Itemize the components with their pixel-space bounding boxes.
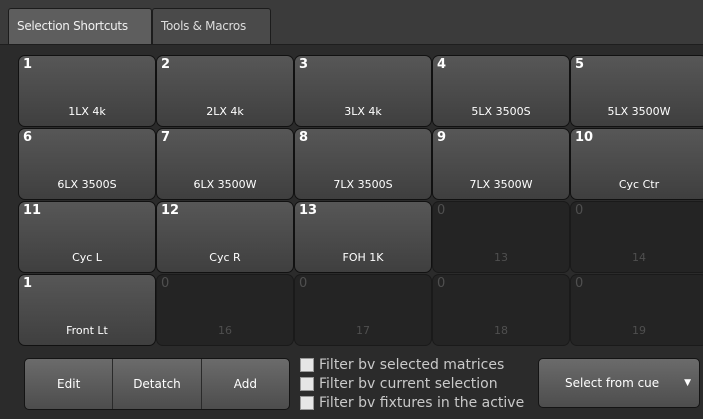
shortcut-label: 6LX 3500W <box>193 178 257 191</box>
shortcut-number: 1 <box>23 276 33 291</box>
shortcut-cell[interactable]: 0 13 <box>432 201 570 273</box>
shortcut-number: 13 <box>299 203 318 218</box>
edit-button[interactable]: Edit <box>25 359 114 409</box>
checkbox[interactable] <box>300 376 314 391</box>
shortcut-label: 14 <box>632 251 646 264</box>
shortcut-cell[interactable]: 2 2LX 4k <box>156 55 294 127</box>
shortcut-number: 7 <box>161 130 171 145</box>
filter-options: Filter bv selected matrices Filter bv cu… <box>300 355 532 419</box>
chevron-down-icon: ▼ <box>684 378 691 388</box>
shortcut-label: 7LX 3500W <box>469 178 533 191</box>
shortcut-label: 1LX 4k <box>68 105 106 118</box>
shortcut-cell[interactable]: 1 1LX 4k <box>18 55 156 127</box>
shortcut-number: 2 <box>161 57 171 72</box>
shortcut-number: 1 <box>23 57 33 72</box>
shortcut-number: 9 <box>437 130 447 145</box>
shortcut-label: 2LX 4k <box>206 105 244 118</box>
shortcut-label: Front Lt <box>66 324 108 337</box>
shortcut-number: 0 <box>575 203 584 218</box>
shortcut-label: 3LX 4k <box>344 105 382 118</box>
shortcut-label: 5LX 3500S <box>471 105 531 118</box>
shortcut-number: 8 <box>299 130 309 145</box>
shortcut-number: 5 <box>575 57 585 72</box>
shortcut-cell[interactable]: 11 Cyc L <box>18 201 156 273</box>
shortcut-number: 6 <box>23 130 33 145</box>
detatch-button[interactable]: Detatch <box>113 359 202 409</box>
filter-selected-matrices[interactable]: Filter bv selected matrices <box>300 355 532 374</box>
select-from-cue-label: Select from cue <box>565 376 660 390</box>
select-from-cue-dropdown[interactable]: Select from cue ▼ <box>538 358 700 408</box>
tab-bar: Selection Shortcuts Tools & Macros <box>0 0 703 45</box>
shortcut-cell[interactable]: 0 19 <box>570 274 703 346</box>
shortcut-label: 17 <box>356 324 370 337</box>
shortcut-cell[interactable]: 0 16 <box>156 274 294 346</box>
add-button[interactable]: Add <box>202 359 289 409</box>
shortcut-cell[interactable]: 9 7LX 3500W <box>432 128 570 200</box>
filter-current-selection[interactable]: Filter bv current selection <box>300 374 532 393</box>
shortcut-label: Cyc L <box>72 251 102 264</box>
shortcut-label: Cyc Ctr <box>618 178 660 191</box>
shortcut-cell[interactable]: 6 6LX 3500S <box>18 128 156 200</box>
shortcut-label: 13 <box>494 251 508 264</box>
shortcut-cell[interactable]: 0 18 <box>432 274 570 346</box>
shortcut-number: 0 <box>575 276 584 291</box>
action-button-group: Edit Detatch Add <box>24 358 290 410</box>
shortcut-number: 0 <box>437 276 446 291</box>
filter-label: Filter bv selected matrices <box>319 356 505 373</box>
shortcut-label: 6LX 3500S <box>57 178 117 191</box>
shortcut-label: 18 <box>494 324 508 337</box>
shortcut-cell[interactable]: 0 14 <box>570 201 703 273</box>
filter-label: Filter bv fixtures in the active <box>319 394 525 411</box>
shortcut-number: 10 <box>575 130 594 145</box>
shortcut-label: 7LX 3500S <box>333 178 393 191</box>
shortcut-cell[interactable]: 13 FOH 1K <box>294 201 432 273</box>
shortcut-label: 16 <box>218 324 232 337</box>
shortcut-number: 4 <box>437 57 447 72</box>
shortcut-number: 0 <box>161 276 170 291</box>
shortcut-cell[interactable]: 0 17 <box>294 274 432 346</box>
shortcut-cell[interactable]: 4 5LX 3500S <box>432 55 570 127</box>
shortcut-label: Cyc R <box>209 251 241 264</box>
shortcut-cell[interactable]: 10 Cyc Ctr <box>570 128 703 200</box>
shortcut-number: 11 <box>23 203 42 218</box>
shortcut-grid: 1 1LX 4k 2 2LX 4k 3 3LX 4k 4 5LX 3500S 5 5LX 3500… <box>18 55 703 346</box>
shortcut-number: 12 <box>161 203 180 218</box>
tab-tools-macros[interactable]: Tools & Macros <box>152 8 271 44</box>
shortcut-label: 19 <box>632 324 646 337</box>
filter-fixtures-active[interactable]: Filter bv fixtures in the active <box>300 393 532 412</box>
shortcut-cell[interactable]: 7 6LX 3500W <box>156 128 294 200</box>
shortcut-cell[interactable]: 1 Front Lt <box>18 274 156 346</box>
checkbox[interactable] <box>300 357 314 372</box>
shortcut-cell[interactable]: 8 7LX 3500S <box>294 128 432 200</box>
shortcut-label: 5LX 3500W <box>607 105 671 118</box>
shortcut-cell[interactable]: 3 3LX 4k <box>294 55 432 127</box>
shortcut-number: 0 <box>437 203 446 218</box>
shortcut-label: FOH 1K <box>342 251 384 264</box>
shortcut-number: 0 <box>299 276 308 291</box>
tab-selection-shortcuts[interactable]: Selection Shortcuts <box>8 8 152 44</box>
checkbox[interactable] <box>300 395 314 410</box>
shortcut-cell[interactable]: 5 5LX 3500W <box>570 55 703 127</box>
shortcut-number: 3 <box>299 57 309 72</box>
shortcut-cell[interactable]: 12 Cyc R <box>156 201 294 273</box>
filter-label: Filter bv current selection <box>319 375 498 392</box>
